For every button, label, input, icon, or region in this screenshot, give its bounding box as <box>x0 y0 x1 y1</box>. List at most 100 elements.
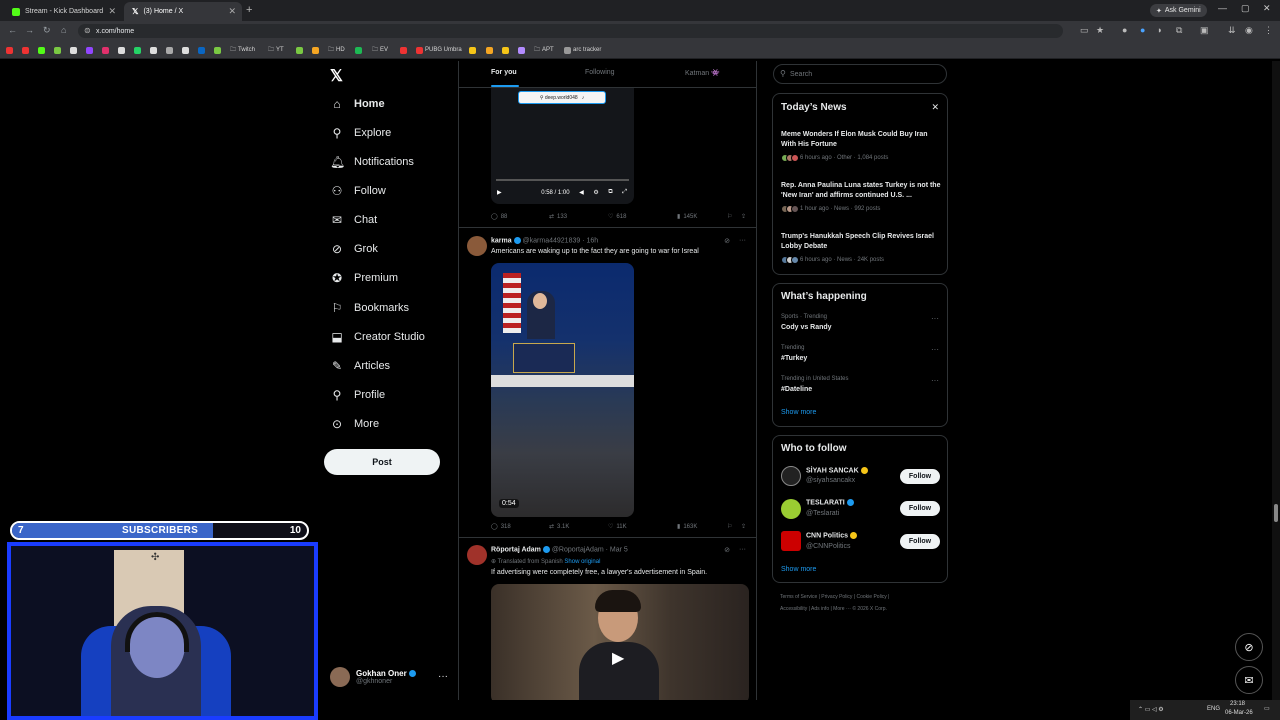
menu-icon[interactable]: ⋮ <box>1264 25 1273 36</box>
volume-icon[interactable]: ◀ <box>579 189 584 196</box>
show-more-link[interactable]: Show more <box>781 409 816 416</box>
address-bar[interactable]: ⊜ x.com/home <box>78 24 1063 38</box>
nav-explore[interactable]: ⚲ Explore <box>330 121 392 145</box>
news-title[interactable]: Rep. Anna Paulina Luna states Turkey is … <box>781 181 941 201</box>
share-icon[interactable]: ⇪ <box>741 213 746 220</box>
more-icon[interactable]: ··· <box>931 314 939 323</box>
trend-title[interactable]: #Dateline <box>781 386 812 393</box>
avatar[interactable] <box>467 236 487 256</box>
video-player[interactable]: ▶ <box>491 584 749 700</box>
reply-button[interactable]: ◯ 88 <box>491 213 549 221</box>
grok-icon[interactable]: ⊘ <box>724 237 730 245</box>
bookmark-icon[interactable] <box>134 45 141 55</box>
avatar[interactable] <box>781 466 801 486</box>
retweet-button[interactable]: ⇄ 133 <box>549 213 608 221</box>
bookmark-icon[interactable] <box>486 45 493 55</box>
close-window-icon[interactable]: ✕ <box>1263 3 1271 14</box>
extension-icon[interactable]: ◗ <box>1157 25 1162 35</box>
fullscreen-icon[interactable]: ⤢ <box>622 189 627 196</box>
site-info-icon[interactable]: ⊜ <box>84 26 91 35</box>
account-switcher[interactable]: Gokhan Oner @gkhnoner <box>330 667 416 687</box>
more-icon[interactable]: ··· <box>739 546 746 553</box>
bookmark-icon[interactable]: ⚐ <box>727 213 741 220</box>
bookmark-icon[interactable] <box>150 45 157 55</box>
close-icon[interactable]: ✕ <box>931 102 939 113</box>
reply-button[interactable]: ◯ 318 <box>491 523 549 531</box>
forward-icon[interactable]: → <box>25 25 34 35</box>
settings-icon[interactable]: ⚙ <box>593 189 598 196</box>
views-button[interactable]: ▮ 145K <box>677 213 727 221</box>
bookmark-icon[interactable] <box>214 45 221 55</box>
show-more-link[interactable]: Show more <box>781 566 816 573</box>
nav-chat[interactable]: ✉ Chat <box>330 208 377 232</box>
back-icon[interactable]: ← <box>8 25 17 35</box>
extension-icon[interactable]: ● <box>1140 25 1145 35</box>
avatar[interactable] <box>467 545 487 565</box>
pip-icon[interactable]: ⧉ <box>608 189 612 196</box>
extension-icon[interactable]: ● <box>1122 25 1127 35</box>
account-menu-icon[interactable]: ··· <box>438 671 448 682</box>
bookmark-icon[interactable] <box>312 45 319 55</box>
nav-creator-studio[interactable]: ⬓ Creator Studio <box>330 325 425 349</box>
reload-icon[interactable]: ↻ <box>43 25 51 36</box>
bookmark-icon[interactable] <box>6 45 13 55</box>
avatar[interactable] <box>781 499 801 519</box>
nav-articles[interactable]: ✎ Articles <box>330 354 390 378</box>
bookmark-icon[interactable] <box>54 45 61 55</box>
avatar[interactable] <box>781 531 801 551</box>
video-progress[interactable] <box>496 179 629 181</box>
follow-button[interactable]: Follow <box>900 501 940 516</box>
bookmark-icon[interactable] <box>86 45 93 55</box>
grok-fab-icon[interactable]: ⊘ <box>1235 633 1263 661</box>
account-name[interactable]: SİYAH SANCAK <box>806 467 868 474</box>
bookmark-icon[interactable] <box>182 45 189 55</box>
account-name[interactable]: CNN Politics <box>806 532 857 539</box>
footer-links[interactable]: Terms of Service | Privacy Policy | Cook… <box>780 594 889 600</box>
close-icon[interactable]: ✕ <box>108 6 116 17</box>
tab-kick-dashboard[interactable]: Stream - Kick Dashboard ✕ <box>4 2 122 21</box>
scrollbar-thumb[interactable] <box>1274 504 1278 522</box>
nav-notifications[interactable]: 🔔︎ Notifications <box>330 150 414 174</box>
show-original-link[interactable]: Show original <box>564 559 600 565</box>
nav-more[interactable]: ⊙ More <box>330 412 379 436</box>
language-indicator[interactable]: ENG <box>1207 706 1220 712</box>
news-title[interactable]: Trump's Hanukkah Speech Clip Revives Isr… <box>781 232 941 252</box>
bookmark-folder-ev[interactable]: 🗀 EV <box>372 45 388 55</box>
tweet-author[interactable]: karma <box>491 237 512 244</box>
bookmark-icon[interactable] <box>166 45 173 55</box>
bookmark-icon[interactable] <box>70 45 77 55</box>
x-logo[interactable]: 𝕏 <box>330 66 343 86</box>
tweet-author[interactable]: Röportaj Adam <box>491 546 541 553</box>
retweet-button[interactable]: ⇄ 3.1K <box>549 523 608 531</box>
bookmark-pubg-umbra[interactable]: PUBG Umbra <box>416 45 462 55</box>
bookmark-icon[interactable] <box>22 45 29 55</box>
bookmark-folder-yt[interactable]: 🗀 YT <box>268 45 284 55</box>
bookmark-folder-hd[interactable]: 🗀 HD <box>328 45 345 55</box>
search-input[interactable]: ⚲ Search <box>773 64 947 84</box>
clock-time[interactable]: 23:18 <box>1230 701 1245 707</box>
tray-icons[interactable]: ⌃ ▭ ◁ ⚙ <box>1138 706 1164 713</box>
video-player[interactable]: 0:54 <box>491 263 634 517</box>
news-title[interactable]: Meme Wonders If Elon Musk Could Buy Iran… <box>781 130 941 150</box>
trend-title[interactable]: #Turkey <box>781 355 807 362</box>
bookmark-icon[interactable] <box>38 45 45 55</box>
maximize-icon[interactable]: ▢ <box>1241 3 1250 14</box>
more-icon[interactable]: ··· <box>739 237 746 244</box>
grok-icon[interactable]: ⊘ <box>724 546 730 554</box>
home-browser-icon[interactable]: ⌂ <box>61 25 66 35</box>
bookmark-icon[interactable] <box>400 45 407 55</box>
ask-gemini-button[interactable]: ✦ Ask Gemini <box>1150 4 1207 17</box>
nav-bookmarks[interactable]: ⚐ Bookmarks <box>330 296 409 320</box>
play-icon[interactable]: ▶ <box>497 189 502 196</box>
footer-links[interactable]: Accessibility | Ads info | More ··· © 20… <box>780 606 887 612</box>
tab-katman[interactable]: Katman 👾 <box>685 69 720 77</box>
notification-icon[interactable]: ▭ <box>1264 705 1270 712</box>
cast-icon[interactable]: ▭ <box>1080 25 1089 36</box>
nav-premium[interactable]: ✪ Premium <box>330 266 398 290</box>
messages-fab-icon[interactable]: ✉ <box>1235 666 1263 694</box>
downloads-icon[interactable]: ⇊ <box>1228 25 1236 36</box>
sidepanel-icon[interactable]: ▣ <box>1200 25 1209 36</box>
account-name[interactable]: TESLARATI <box>806 499 854 506</box>
follow-button[interactable]: Follow <box>900 469 940 484</box>
bookmark-icon[interactable]: ⚐ <box>727 523 741 530</box>
